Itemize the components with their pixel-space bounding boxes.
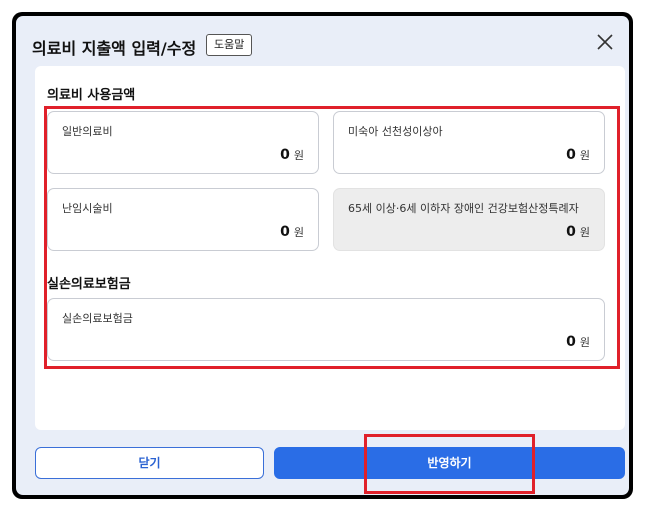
field-value: 0원 bbox=[566, 224, 590, 240]
field-label: 미숙아 선천성이상아 bbox=[348, 125, 443, 138]
insurance-section-title: 실손의료보험금 bbox=[47, 277, 131, 292]
medical-expense-dialog: 의료비 지출액 입력/수정 도움말 의료비 사용금액 일반의료비 0원 미숙아 … bbox=[16, 16, 629, 495]
field-label: 난임시술비 bbox=[62, 202, 113, 215]
field-value: 0원 bbox=[280, 147, 304, 163]
field-label: 65세 이상·6세 이하자 장애인 건강보험산정특례자 bbox=[348, 202, 579, 215]
close-button[interactable]: 닫기 bbox=[35, 447, 264, 479]
close-icon[interactable] bbox=[593, 30, 617, 54]
field-value: 0원 bbox=[280, 224, 304, 240]
infertility-treatment-field[interactable]: 난임시술비 0원 bbox=[47, 188, 319, 251]
apply-button[interactable]: 반영하기 bbox=[274, 447, 625, 479]
field-value: 0원 bbox=[566, 147, 590, 163]
medical-section-title: 의료비 사용금액 bbox=[47, 88, 136, 103]
general-medical-field[interactable]: 일반의료비 0원 bbox=[47, 111, 319, 174]
field-label: 일반의료비 bbox=[62, 125, 113, 138]
senior-disabled-field: 65세 이상·6세 이하자 장애인 건강보험산정특례자 0원 bbox=[333, 188, 605, 251]
premature-infant-field[interactable]: 미숙아 선천성이상아 0원 bbox=[333, 111, 605, 174]
screenshot-frame: 의료비 지출액 입력/수정 도움말 의료비 사용금액 일반의료비 0원 미숙아 … bbox=[12, 12, 633, 499]
field-value: 0원 bbox=[566, 334, 590, 350]
dialog-title: 의료비 지출액 입력/수정 bbox=[32, 39, 197, 58]
help-button[interactable]: 도움말 bbox=[206, 34, 253, 56]
field-label: 실손의료보험금 bbox=[62, 312, 133, 325]
dialog-content: 의료비 사용금액 일반의료비 0원 미숙아 선천성이상아 0원 난임시술비 0원… bbox=[35, 66, 625, 430]
insurance-payout-field[interactable]: 실손의료보험금 0원 bbox=[47, 298, 605, 361]
